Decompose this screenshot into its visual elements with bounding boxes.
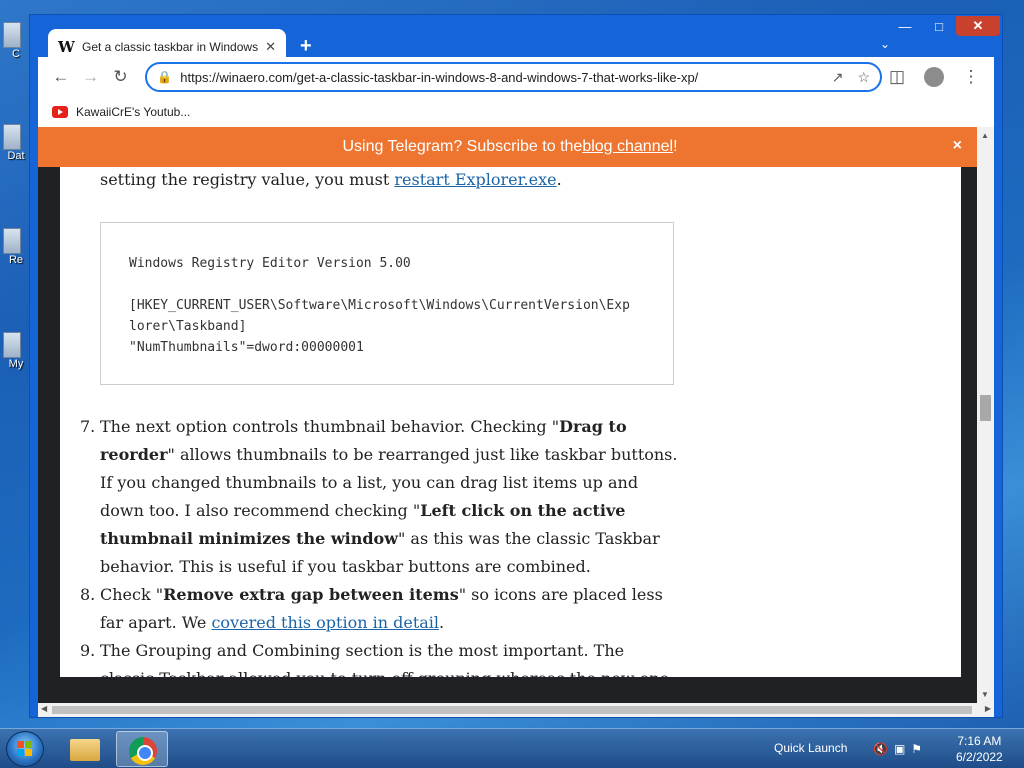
youtube-icon [52,106,68,118]
clock-time: 7:16 AM [957,734,1002,748]
horizontal-scrollbar[interactable]: ◀ ▶ [38,703,994,717]
bookmark-star-icon[interactable]: ☆ [857,69,870,86]
computer-icon [3,22,21,48]
telegram-banner: Using Telegram? Subscribe to the blog ch… [38,127,982,167]
document-icon [3,332,21,358]
tab-close-icon[interactable]: ✕ [265,39,276,55]
intro-suffix: . [556,170,562,189]
forward-icon[interactable]: → [76,67,106,87]
taskbar: Quick Launch 🔇 ▣ ⚑ 7:16 AM 6/2/2022 [0,728,1024,768]
clock[interactable]: 7:16 AM 6/2/2022 [956,733,1003,765]
scroll-up-icon[interactable]: ▲ [981,131,989,140]
volume-muted-icon[interactable]: 🔇 [873,742,888,756]
profile-avatar[interactable] [924,67,945,87]
scroll-thumb[interactable] [980,395,991,421]
tab-search-icon[interactable]: ⌄ [880,37,890,51]
restart-explorer-link[interactable]: restart Explorer.exe [394,170,556,189]
registry-code-block: Windows Registry Editor Version 5.00 [HK… [100,222,674,385]
taskbar-explorer[interactable] [58,731,110,767]
scroll-left-icon[interactable]: ◀ [41,704,47,713]
network-icon[interactable]: ▣ [894,742,905,756]
desktop-icon-label: My [8,358,24,370]
recycle-bin-icon [3,228,21,254]
browser-toolbar: ← → ↻ 🔒 https://winaero.com/get-a-classi… [38,57,994,97]
desktop-icon-my[interactable]: My [0,332,24,370]
bookmark-item[interactable]: KawaiiCrE's Youtub... [76,105,190,119]
reload-icon[interactable]: ↻ [106,67,136,87]
desktop-icon-data[interactable]: Dat [0,124,25,162]
page-viewport: setting the registry value, you must res… [38,127,994,703]
new-tab-button[interactable]: + [300,35,312,58]
scroll-right-icon[interactable]: ▶ [985,704,991,713]
menu-kebab-icon[interactable]: ⋮ [956,67,986,87]
folder-icon [70,739,100,761]
windows-logo-icon [17,741,33,757]
intro-text: setting the registry value, you must [100,170,395,189]
list-number: 8. [80,585,96,604]
scroll-down-icon[interactable]: ▼ [981,690,989,699]
list-item: 9. The Grouping and Combining section is… [80,637,680,677]
taskbar-chrome[interactable] [116,731,168,767]
toolbar-right: ◫ ⋮ [882,67,986,87]
banner-close-icon[interactable]: × [953,137,962,155]
folder-icon [3,124,21,150]
quick-launch-toolbar[interactable]: Quick Launch [774,741,847,755]
address-bar[interactable]: 🔒 https://winaero.com/get-a-classic-task… [145,62,883,92]
desktop-icon-label: C [12,48,20,60]
chrome-icon [129,737,157,765]
side-panel-icon[interactable]: ◫ [882,67,912,87]
list-text: . [439,613,445,632]
desktop-icon-recycle[interactable]: Re [0,228,24,266]
desktop-icon-computer[interactable]: C [0,22,24,60]
tab-title: Get a classic taskbar in Windows [82,40,259,54]
list-text: Check " [100,585,164,604]
url-text[interactable]: https://winaero.com/get-a-classic-taskba… [180,70,817,85]
list-text: The Grouping and Combining section is th… [100,641,669,677]
list-number: 9. [80,641,96,660]
banner-text: Using Telegram? Subscribe to the [342,138,583,155]
covered-option-link[interactable]: covered this option in detail [211,613,439,632]
desktop-icon-label: Dat [7,150,25,162]
share-icon[interactable]: ↗ [832,69,844,86]
article-content: setting the registry value, you must res… [60,167,961,677]
blog-channel-link[interactable]: blog channel [582,138,673,156]
list-item: 8. Check "Remove extra gap between items… [80,581,680,637]
vertical-scrollbar[interactable]: ▲ ▼ [977,127,994,703]
browser-window: — □ ✕ W Get a classic taskbar in Windows… [29,14,1003,718]
start-button[interactable] [6,731,44,767]
winaero-favicon-icon: W [58,38,75,56]
horizontal-scroll-thumb[interactable] [52,706,972,714]
list-text: The next option controls thumbnail behav… [100,417,560,436]
intro-paragraph: setting the registry value, you must res… [100,170,562,189]
banner-suffix: ! [673,138,678,155]
desktop-icon-label: Re [8,254,24,266]
lock-icon[interactable]: 🔒 [157,70,172,84]
instructions-list: 7. The next option controls thumbnail be… [80,413,680,677]
list-bold: Remove extra gap between items [163,585,459,604]
system-tray: 🔇 ▣ ⚑ [873,742,922,756]
bookmarks-bar: KawaiiCrE's Youtub... [38,97,994,127]
clock-date: 6/2/2022 [956,750,1003,764]
back-icon[interactable]: ← [46,67,76,87]
list-number: 7. [80,417,96,436]
list-item: 7. The next option controls thumbnail be… [80,413,680,581]
action-center-icon[interactable]: ⚑ [911,742,922,756]
